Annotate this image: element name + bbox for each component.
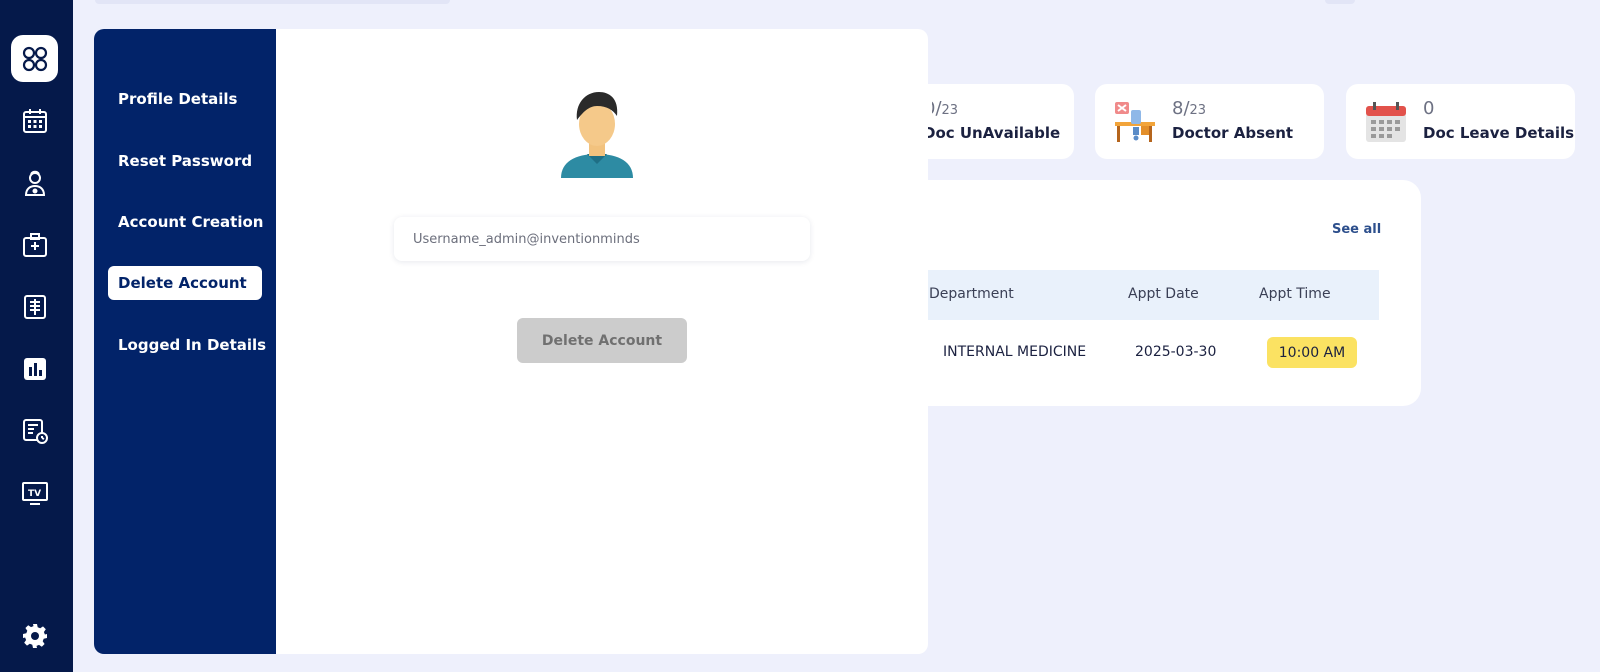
username-field[interactable] (394, 217, 810, 261)
menu-delete-account[interactable]: Delete Account (108, 266, 262, 300)
top-ghost-bar (95, 0, 450, 4)
icon-rail: TV (0, 0, 73, 672)
stat-value: 0 (1423, 98, 1435, 119)
doctor-icon[interactable] (11, 159, 58, 206)
menu-profile-details[interactable]: Profile Details (108, 82, 262, 116)
calendar-icon[interactable] (11, 97, 58, 144)
empty-desk-icon (1113, 100, 1157, 144)
settings-icon[interactable] (11, 612, 58, 659)
user-avatar (559, 84, 635, 180)
appt-time-badge: 10:00 AM (1267, 337, 1357, 368)
header-appt-time: Appt Time (1259, 286, 1331, 302)
stat-card-doc-leave[interactable]: 0 Doc Leave Details (1346, 84, 1575, 159)
header-appt-date: Appt Date (1128, 286, 1199, 302)
patient-id-icon[interactable] (11, 221, 58, 268)
calendar-icon (1364, 100, 1408, 144)
cell-department: INTERNAL MEDICINE (943, 344, 1087, 360)
stat-label: Doc Leave Details (1423, 124, 1575, 142)
xray-icon[interactable] (11, 283, 58, 330)
top-ghost-bar-right (1325, 0, 1355, 4)
stat-value: 0/23 (924, 98, 959, 119)
svg-text:TV: TV (28, 489, 41, 499)
cell-appt-date: 2025-03-30 (1135, 344, 1217, 360)
billing-clock-icon[interactable] (11, 407, 58, 454)
menu-reset-password[interactable]: Reset Password (108, 144, 262, 178)
menu-logged-in-details[interactable]: Logged In Details (108, 328, 266, 362)
bar-chart-icon[interactable] (11, 345, 58, 392)
tv-icon[interactable]: TV (11, 469, 58, 516)
settings-menu: Profile Details Reset Password Account C… (94, 29, 276, 654)
stat-value: 8/23 (1172, 98, 1207, 119)
see-all-link[interactable]: See all (1332, 222, 1381, 237)
account-settings-modal: Profile Details Reset Password Account C… (94, 29, 928, 654)
dashboard-icon[interactable] (11, 35, 58, 82)
menu-account-creation[interactable]: Account Creation (108, 205, 263, 239)
header-department: Department (929, 286, 1014, 302)
stat-card-doctor-absent[interactable]: 8/23 Doctor Absent (1095, 84, 1324, 159)
stat-label: Doc UnAvailable (923, 124, 1061, 142)
delete-account-button[interactable]: Delete Account (517, 318, 687, 363)
stat-label: Doctor Absent (1172, 124, 1294, 142)
